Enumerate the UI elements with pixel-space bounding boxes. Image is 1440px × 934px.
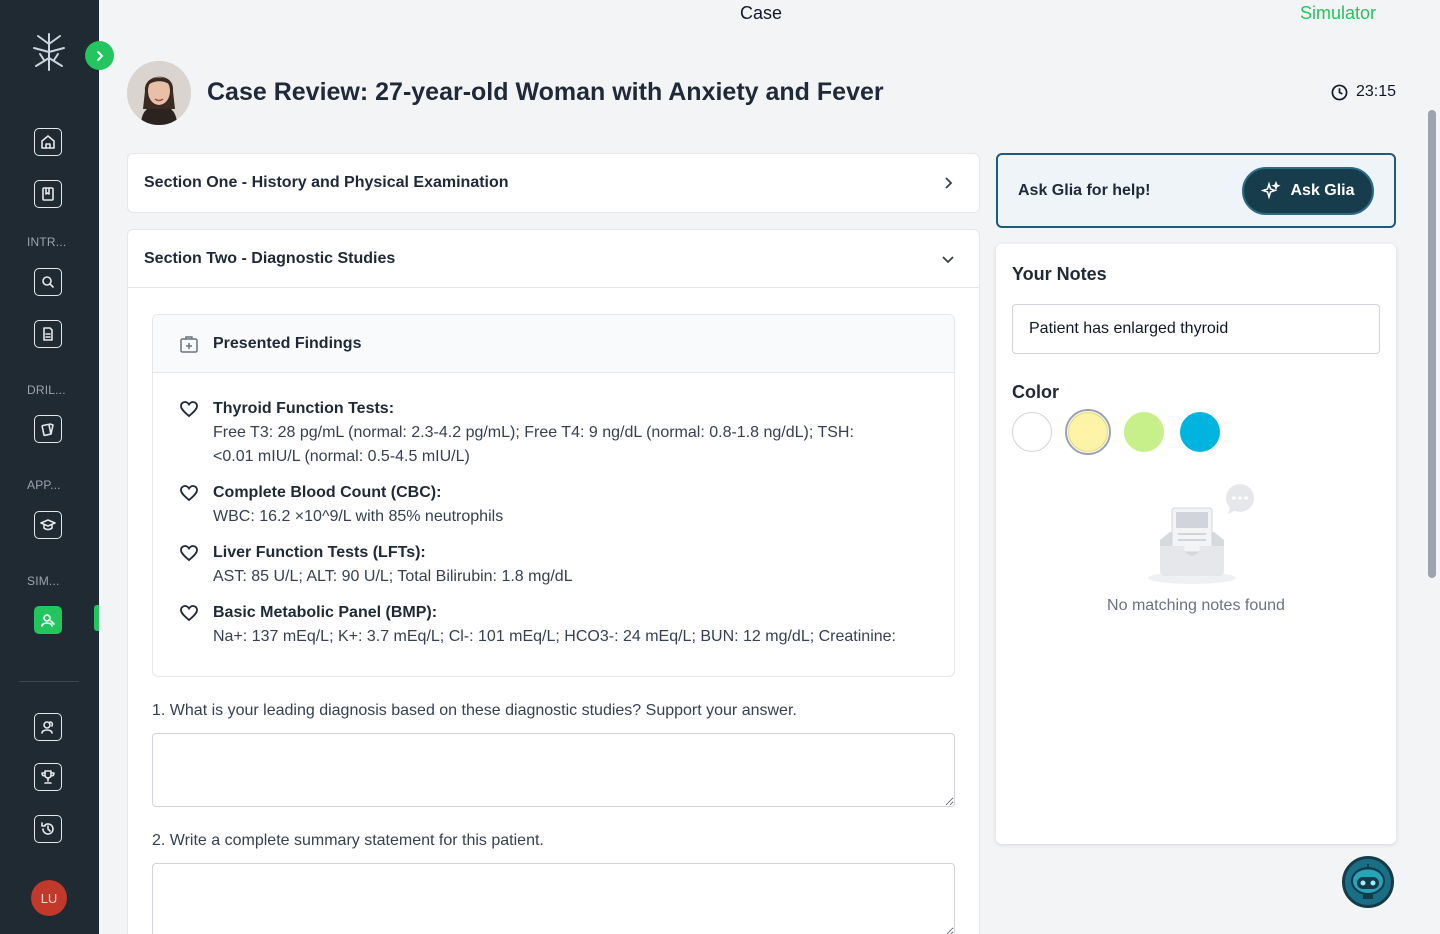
patient-portrait-icon <box>127 61 191 125</box>
app-logo-icon[interactable] <box>30 32 68 72</box>
page-scrollbar[interactable] <box>1425 0 1440 934</box>
heart-icon <box>180 605 198 622</box>
history-icon <box>41 822 54 835</box>
achievements-nav-button[interactable] <box>34 763 62 791</box>
finding-detail: WBC: 16.2 ×10^9/L with 85% neutrophils <box>213 508 504 525</box>
robot-icon <box>1351 864 1385 899</box>
sidebar-divider <box>19 681 79 682</box>
patient-avatar <box>127 61 191 125</box>
book-icon <box>42 187 54 201</box>
question-2-answer[interactable] <box>152 863 955 934</box>
case-timer: 23:15 <box>1331 83 1396 101</box>
medical-kit-icon <box>180 335 198 353</box>
notes-input[interactable] <box>1012 304 1380 354</box>
notes-title: Your Notes <box>1012 264 1107 284</box>
section-one-header[interactable]: Section One - History and Physical Exami… <box>128 154 979 212</box>
section-label-simulator: SIM... <box>27 574 60 588</box>
active-nav-marker <box>94 605 99 631</box>
finding-detail: Free T3: 28 pg/mL (normal: 2.3-4.2 pg/mL… <box>213 424 854 441</box>
document-icon <box>43 327 53 341</box>
documents-nav-button[interactable] <box>34 320 62 348</box>
sidebar-toggle-button[interactable] <box>85 41 114 70</box>
home-nav-button[interactable] <box>34 128 62 156</box>
notes-panel: Your Notes Color No matching notes found <box>996 244 1396 844</box>
section-label-drills: DRIL... <box>27 383 66 397</box>
graduation-cap-icon <box>40 519 56 531</box>
findings-title: Presented Findings <box>213 334 362 352</box>
finding-item: Liver Function Tests (LFTs): AST: 85 U/L… <box>179 541 573 589</box>
section-two-header[interactable]: Section Two - Diagnostic Studies <box>128 230 979 288</box>
empty-notes-illustration <box>1148 484 1254 584</box>
chevron-down-icon <box>942 255 954 263</box>
sparkle-icon <box>1261 180 1282 200</box>
cards-icon <box>41 423 54 437</box>
heart-icon <box>180 485 198 502</box>
history-nav-button[interactable] <box>34 815 62 843</box>
question-1-label: 1. What is your leading diagnosis based … <box>152 702 797 719</box>
library-nav-button[interactable] <box>34 180 62 208</box>
simulator-link[interactable]: Simulator <box>1300 3 1376 24</box>
top-bar-title: Case <box>740 3 783 23</box>
trophy-icon <box>41 770 55 784</box>
section-one-accordion: Section One - History and Physical Exami… <box>127 153 980 213</box>
search-icon <box>42 276 54 288</box>
heart-icon <box>180 545 198 562</box>
drills-nav-button[interactable] <box>34 415 62 443</box>
sidebar: INTR... DRIL... APP... SIM... LU <box>0 0 99 934</box>
findings-header: Presented Findings <box>153 315 954 373</box>
patients-nav-button[interactable] <box>34 713 62 741</box>
section-label-apps: APP... <box>27 478 61 492</box>
users-icon <box>41 721 54 734</box>
section-one-title: Section One - History and Physical Exami… <box>144 174 509 191</box>
finding-item: Thyroid Function Tests: Free T3: 28 pg/m… <box>179 397 854 469</box>
chevron-right-icon <box>945 177 953 189</box>
section-two-accordion: Section Two - Diagnostic Studies Present… <box>127 229 980 934</box>
timer-value: 23:15 <box>1356 83 1397 100</box>
presented-findings-panel: Presented Findings Thyroid Function Test… <box>152 314 955 677</box>
finding-detail: <0.01 mIU/L (normal: 0.5-4.5 mIU/L) <box>213 448 470 465</box>
glia-help-panel: Ask Glia for help! Ask Glia <box>996 153 1396 228</box>
heart-icon <box>180 401 198 418</box>
glia-prompt: Ask Glia for help! <box>1018 181 1151 199</box>
empty-notes-text: No matching notes found <box>1107 597 1285 614</box>
learning-nav-button[interactable] <box>34 511 62 539</box>
finding-title: Thyroid Function Tests: <box>213 400 395 417</box>
finding-title: Complete Blood Count (CBC): <box>213 484 442 501</box>
clock-icon <box>1331 84 1348 100</box>
simulator-nav-button[interactable] <box>34 606 62 634</box>
assistant-bot-button[interactable] <box>1342 856 1394 908</box>
finding-title: Liver Function Tests (LFTs): <box>213 544 426 561</box>
user-avatar[interactable]: LU <box>31 880 67 916</box>
color-swatch-white[interactable] <box>1012 412 1052 452</box>
scrollbar-thumb[interactable] <box>1428 110 1436 578</box>
color-title: Color <box>1012 382 1059 402</box>
question-2-label: 2. Write a complete summary statement fo… <box>152 832 544 849</box>
color-swatch-green[interactable] <box>1124 412 1164 452</box>
user-simulator-icon <box>41 614 55 627</box>
ask-glia-label: Ask Glia <box>1290 181 1355 199</box>
section-label-intro: INTR... <box>27 235 67 249</box>
search-nav-button[interactable] <box>34 268 62 296</box>
chevron-right-icon <box>96 50 103 61</box>
color-swatch-yellow[interactable] <box>1065 409 1111 455</box>
finding-detail: Na+: 137 mEq/L; K+: 3.7 mEq/L; Cl-: 101 … <box>213 628 896 645</box>
question-1-answer[interactable] <box>152 733 955 807</box>
finding-title: Basic Metabolic Panel (BMP): <box>213 604 438 621</box>
finding-item: Basic Metabolic Panel (BMP): Na+: 137 mE… <box>179 601 896 649</box>
color-swatch-blue[interactable] <box>1180 412 1220 452</box>
finding-detail: AST: 85 U/L; ALT: 90 U/L; Total Bilirubi… <box>213 568 573 585</box>
finding-item: Complete Blood Count (CBC): WBC: 16.2 ×1… <box>179 481 503 529</box>
ask-glia-button[interactable]: Ask Glia <box>1242 166 1374 215</box>
home-icon <box>41 135 55 149</box>
section-two-title: Section Two - Diagnostic Studies <box>144 249 396 267</box>
page-title: Case Review: 27-year-old Woman with Anxi… <box>207 78 884 106</box>
